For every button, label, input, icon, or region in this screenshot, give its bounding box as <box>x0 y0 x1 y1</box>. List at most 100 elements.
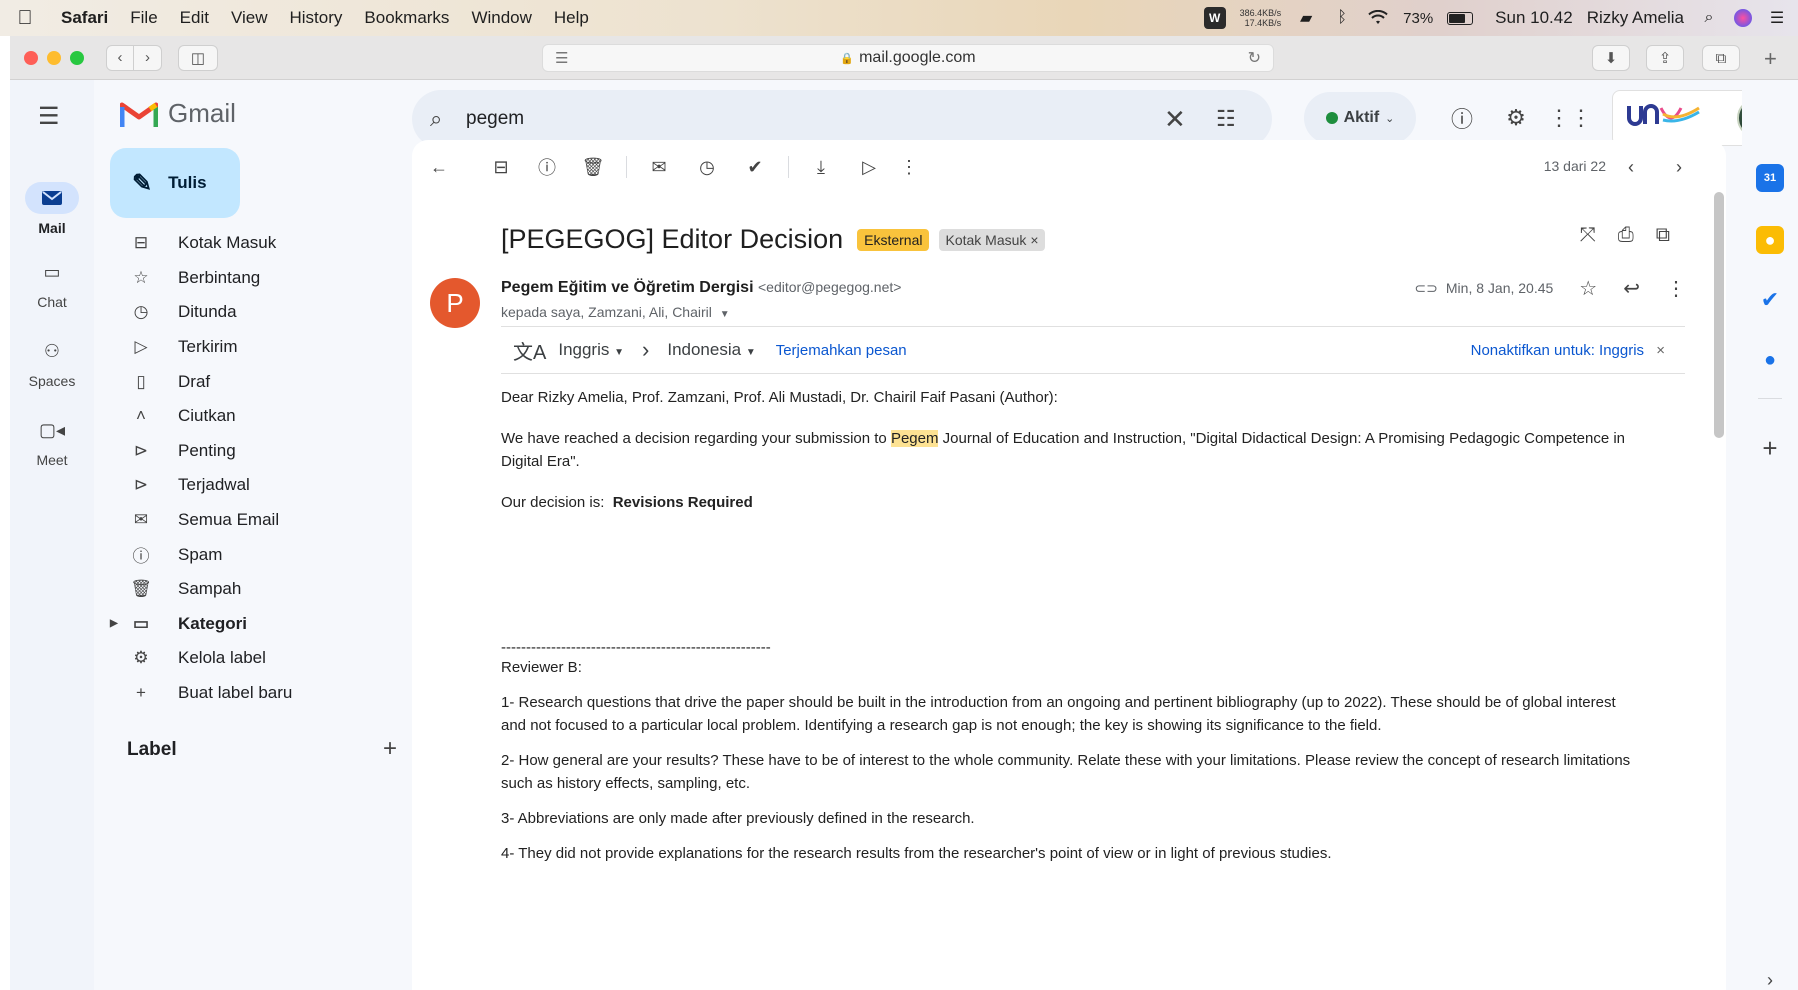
recipients-dropdown-icon[interactable]: ▼ <box>720 309 730 320</box>
report-spam-icon[interactable]: ⓘ <box>532 152 562 182</box>
snooze-icon[interactable]: ◷ <box>692 152 722 182</box>
menu-history[interactable]: History <box>279 8 354 28</box>
apple-menu-icon[interactable]:  <box>0 7 50 30</box>
minimize-window-button[interactable] <box>47 50 61 65</box>
delete-icon[interactable]: 🗑 <box>578 152 608 182</box>
gmail-logo[interactable]: Gmail <box>120 98 236 129</box>
clock[interactable]: Sun 10.42 <box>1495 8 1573 28</box>
move-to-icon[interactable]: ⤓ <box>806 152 836 182</box>
expand-panel-icon[interactable]: › <box>1756 966 1784 990</box>
add-task-icon[interactable]: ✔ <box>740 152 770 182</box>
battery-icon[interactable] <box>1447 11 1474 25</box>
google-apps-icon[interactable]: ⋮⋮ <box>1548 100 1592 136</box>
main-menu-icon[interactable]: ☰ <box>38 102 60 131</box>
more-vert-icon[interactable]: ⋮ <box>1666 276 1686 301</box>
add-addon-icon[interactable]: + <box>1756 433 1784 463</box>
inbox-label-text: Kotak Masuk <box>945 231 1027 248</box>
older-chevron-icon[interactable]: › <box>1664 152 1694 182</box>
wifi-icon[interactable] <box>1367 7 1389 29</box>
rail-item-mail[interactable]: Mail <box>10 182 94 236</box>
sidebar-toggle-button[interactable]: ◫ <box>178 44 218 71</box>
sidebar-item-semua-email[interactable]: ✉ Semua Email <box>94 503 414 538</box>
sidebar-item-kategori[interactable]: ▶ ▭ Kategori <box>94 607 414 642</box>
address-bar[interactable]: ☰ 🔒 mail.google.com ↻ <box>542 44 1274 72</box>
disable-translation[interactable]: Nonaktifkan untuk: Inggris × <box>1471 342 1665 359</box>
share-button[interactable]: ⇪ <box>1646 45 1684 71</box>
expand-caret-icon[interactable]: ▶ <box>110 618 118 629</box>
back-button[interactable]: ‹ <box>106 44 134 71</box>
sidebar-item-penting[interactable]: ⊳ Penting <box>94 434 414 469</box>
reload-icon[interactable]: ↻ <box>1248 48 1261 68</box>
sidebar-item-berbintang[interactable]: ☆ Berbintang <box>94 261 414 296</box>
mark-unread-icon[interactable]: ✉ <box>644 152 674 182</box>
tasks-icon[interactable]: ✔ <box>1756 286 1784 314</box>
add-label-plus-icon[interactable]: + <box>383 735 397 763</box>
sidebar-item-ditunda[interactable]: ◷ Ditunda <box>94 295 414 330</box>
screen-mirror-icon[interactable]: ▰ <box>1295 7 1317 29</box>
menu-edit[interactable]: Edit <box>169 8 220 28</box>
menu-bookmarks[interactable]: Bookmarks <box>353 8 460 28</box>
menu-app-name[interactable]: Safari <box>50 8 119 28</box>
clear-search-icon[interactable]: ✕ <box>1164 104 1186 135</box>
collapse-all-icon[interactable]: ⤧ <box>1580 224 1596 247</box>
reply-icon[interactable]: ↩ <box>1623 276 1640 301</box>
user-name[interactable]: Rizky Amelia <box>1587 8 1684 28</box>
close-icon[interactable]: × <box>1656 342 1665 359</box>
sender-name[interactable]: Pegem Eğitim ve Öğretim Dergisi <box>501 279 754 296</box>
menu-view[interactable]: View <box>220 8 279 28</box>
reader-icon[interactable]: ☰ <box>555 49 568 67</box>
menu-window[interactable]: Window <box>460 8 542 28</box>
newer-chevron-icon[interactable]: ‹ <box>1616 152 1646 182</box>
tab-overview-button[interactable]: ⧉ <box>1702 45 1740 71</box>
siri-icon[interactable] <box>1734 9 1752 27</box>
sidebar-item-kelola-label[interactable]: ⚙ Kelola label <box>94 641 414 676</box>
contacts-icon[interactable]: ● <box>1756 346 1784 374</box>
sidebar-item-ciutkan[interactable]: ˄ Ciutkan <box>94 399 414 434</box>
help-icon[interactable]: ⓘ <box>1444 100 1480 136</box>
reading-pane-scrollbar[interactable] <box>1714 192 1724 438</box>
menu-file[interactable]: File <box>119 8 168 28</box>
keep-icon[interactable]: ● <box>1756 226 1784 254</box>
spotlight-search-icon[interactable]: ⌕ <box>1698 7 1720 29</box>
new-tab-button[interactable]: + <box>1764 46 1777 72</box>
sidebar-item-terkirim[interactable]: ▷ Terkirim <box>94 330 414 365</box>
sidebar-item-terjadwal[interactable]: ⊳ Terjadwal <box>94 468 414 503</box>
zoom-window-button[interactable] <box>70 50 84 65</box>
more-options-icon[interactable]: ⋮ <box>894 152 924 182</box>
translate-message-link[interactable]: Terjemahkan pesan <box>776 342 907 359</box>
inbox-label-chip[interactable]: Kotak Masuk × <box>939 228 1045 251</box>
rail-item-meet[interactable]: ▢◂ Meet <box>10 414 94 469</box>
sidebar-item-sampah[interactable]: 🗑 Sampah <box>94 572 414 607</box>
sidebar-item-draf[interactable]: ▯ Draf <box>94 364 414 399</box>
wps-icon[interactable]: W <box>1203 7 1226 29</box>
calendar-icon[interactable]: 31 <box>1756 164 1784 192</box>
sidebar-item-spam[interactable]: ⓘ Spam <box>94 537 414 572</box>
search-options-icon[interactable]: ☷ <box>1216 106 1236 132</box>
rail-item-spaces[interactable]: ⚇ Spaces <box>10 335 94 390</box>
forward-button[interactable]: › <box>134 44 162 71</box>
archive-icon[interactable]: ⊟ <box>486 152 516 182</box>
print-icon[interactable]: ⎙ <box>1618 224 1634 247</box>
control-center-icon[interactable]: ☰ <box>1766 7 1788 29</box>
source-language-select[interactable]: Inggris ▼ <box>558 340 624 360</box>
label-as-icon[interactable]: ▷ <box>854 152 884 182</box>
open-new-window-icon[interactable]: ⧉ <box>1656 224 1670 247</box>
search-icon[interactable]: ⌕ <box>430 106 442 132</box>
close-window-button[interactable] <box>24 50 38 65</box>
compose-button[interactable]: ✎ Tulis <box>110 148 240 218</box>
sidebar-item-kotak-masuk[interactable]: ⊟ Kotak Masuk <box>94 226 414 261</box>
back-arrow-icon[interactable]: ← <box>424 152 454 182</box>
sidebar-item-buat-label-baru[interactable]: + Buat label baru <box>94 676 414 711</box>
bluetooth-icon[interactable]: ᛒ <box>1331 7 1353 29</box>
status-selector[interactable]: Aktif ⌄ <box>1304 92 1416 144</box>
sender-avatar[interactable]: P <box>430 278 480 328</box>
target-language-select[interactable]: Indonesia ▼ <box>667 340 755 360</box>
menu-help[interactable]: Help <box>543 8 600 28</box>
star-icon[interactable]: ☆ <box>1579 276 1597 301</box>
settings-gear-icon[interactable]: ⚙ <box>1498 100 1534 136</box>
search-input[interactable] <box>466 99 1106 139</box>
remove-label-icon[interactable]: × <box>1030 232 1038 248</box>
downloads-button[interactable]: ⬇ <box>1592 45 1630 71</box>
recipients-line[interactable]: kepada saya, Zamzani, Ali, Chairil ▼ <box>501 304 730 320</box>
rail-item-chat[interactable]: ▭ Chat <box>10 256 94 311</box>
